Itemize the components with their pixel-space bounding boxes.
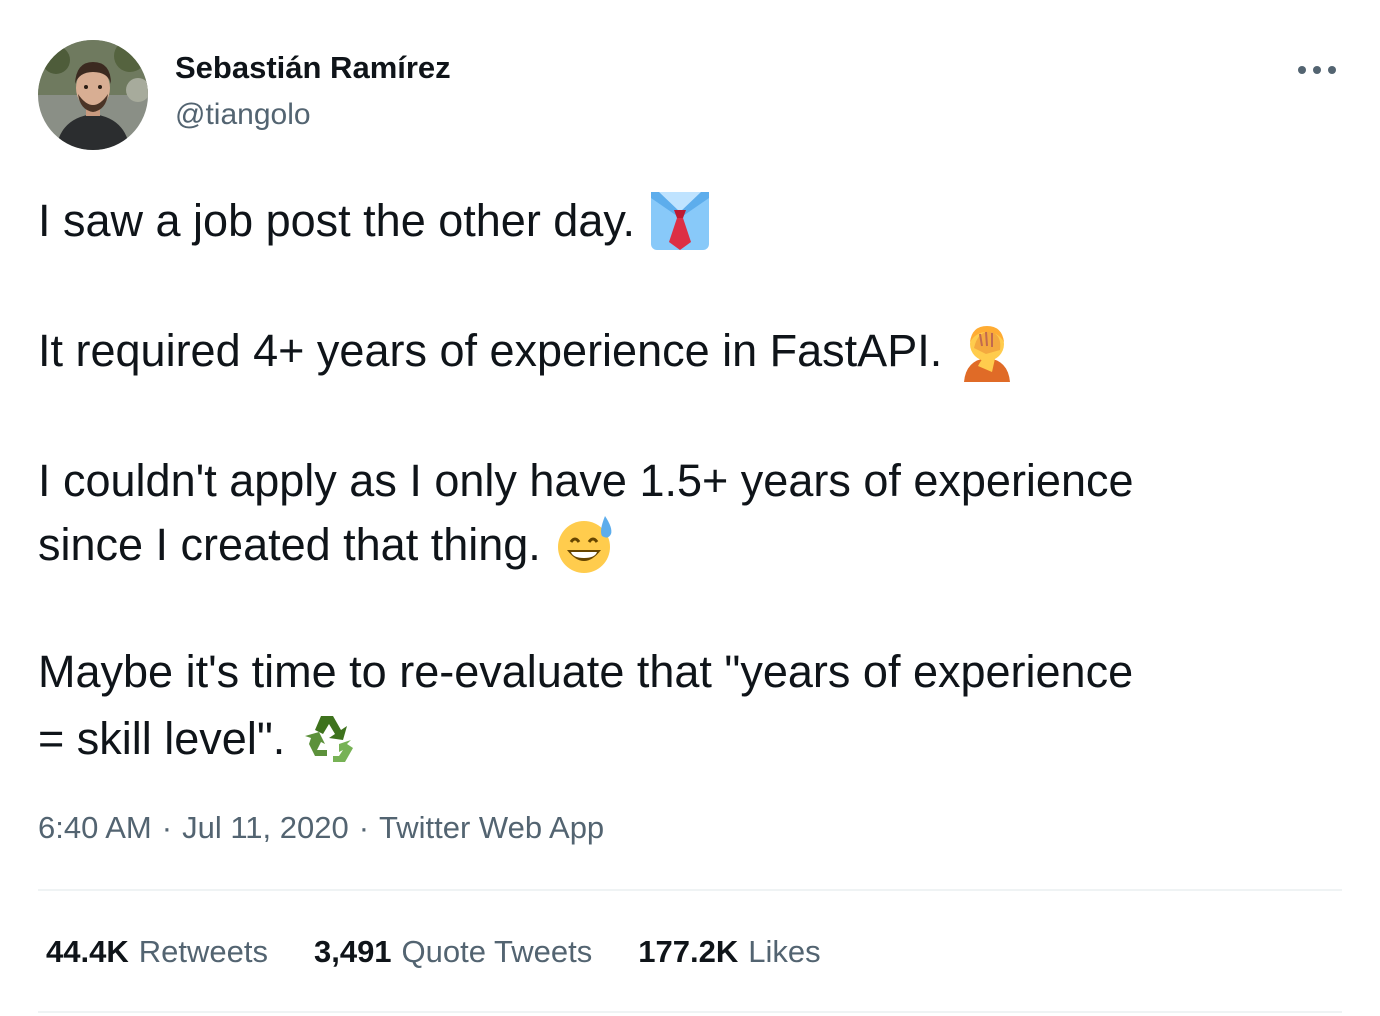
likes-count: 177.2K: [638, 934, 739, 969]
facepalm-emoji-icon: [956, 320, 1018, 382]
divider: [38, 889, 1342, 891]
quote-tweets-count: 3,491: [313, 934, 392, 969]
author-handle[interactable]: @tiangolo: [175, 97, 311, 133]
more-horizontal-icon: [1298, 66, 1336, 74]
tweet-time[interactable]: 6:40 AM: [38, 810, 152, 845]
likes-stat[interactable]: 177.2K Likes: [638, 930, 820, 974]
tweet-line-text: I couldn't apply as I only have 1.5+ yea…: [38, 455, 1134, 506]
author-avatar[interactable]: [38, 40, 148, 150]
tweet-line: Maybe it's time to re-evaluate that "yea…: [38, 642, 1133, 702]
likes-label: Likes: [748, 934, 821, 969]
tweet-line-text: = skill level".: [38, 713, 286, 764]
tweet-line-text: It required 4+ years of experience in Fa…: [38, 325, 943, 376]
tweet-source[interactable]: Twitter Web App: [379, 810, 604, 845]
avatar-image: [38, 40, 148, 150]
quote-tweets-label: Quote Tweets: [401, 934, 593, 969]
tweet-line-text: since I created that thing.: [38, 519, 541, 570]
tweet-line: since I created that thing.: [38, 515, 617, 575]
tweet-line: I couldn't apply as I only have 1.5+ yea…: [38, 451, 1134, 511]
quote-tweets-stat[interactable]: 3,491 Quote Tweets: [314, 930, 592, 974]
tweet-line-text: Maybe it's time to re-evaluate that "yea…: [38, 646, 1134, 697]
author-name[interactable]: Sebastián Ramírez: [175, 50, 451, 86]
retweets-stat[interactable]: 44.4K Retweets: [46, 930, 268, 974]
tweet-card: Sebastián Ramírez @tiangolo I saw a job …: [0, 0, 1380, 1016]
more-options-button[interactable]: [1290, 50, 1344, 90]
tweet-stats: 44.4K Retweets 3,491 Quote Tweets 177.2K Li…: [46, 930, 821, 974]
tweet-line: It required 4+ years of experience in Fa…: [38, 320, 1018, 382]
grinning-sweat-emoji-icon: [555, 514, 617, 576]
tweet-date[interactable]: Jul 11, 2020: [182, 810, 349, 845]
necktie-emoji-icon: [649, 190, 711, 252]
retweets-label: Retweets: [138, 934, 268, 969]
tweet-line-text: I saw a job post the other day.: [38, 195, 636, 246]
divider: [38, 1011, 1342, 1013]
tweet-meta: 6:40 AM · Jul 11, 2020 · Twitter Web App: [38, 808, 604, 848]
meta-separator: ·: [161, 810, 173, 845]
recycling-emoji-icon: [299, 708, 361, 770]
retweets-count: 44.4K: [46, 934, 129, 969]
tweet-line: = skill level".: [38, 709, 361, 769]
tweet-line: I saw a job post the other day.: [38, 191, 711, 251]
meta-separator: ·: [358, 810, 370, 845]
